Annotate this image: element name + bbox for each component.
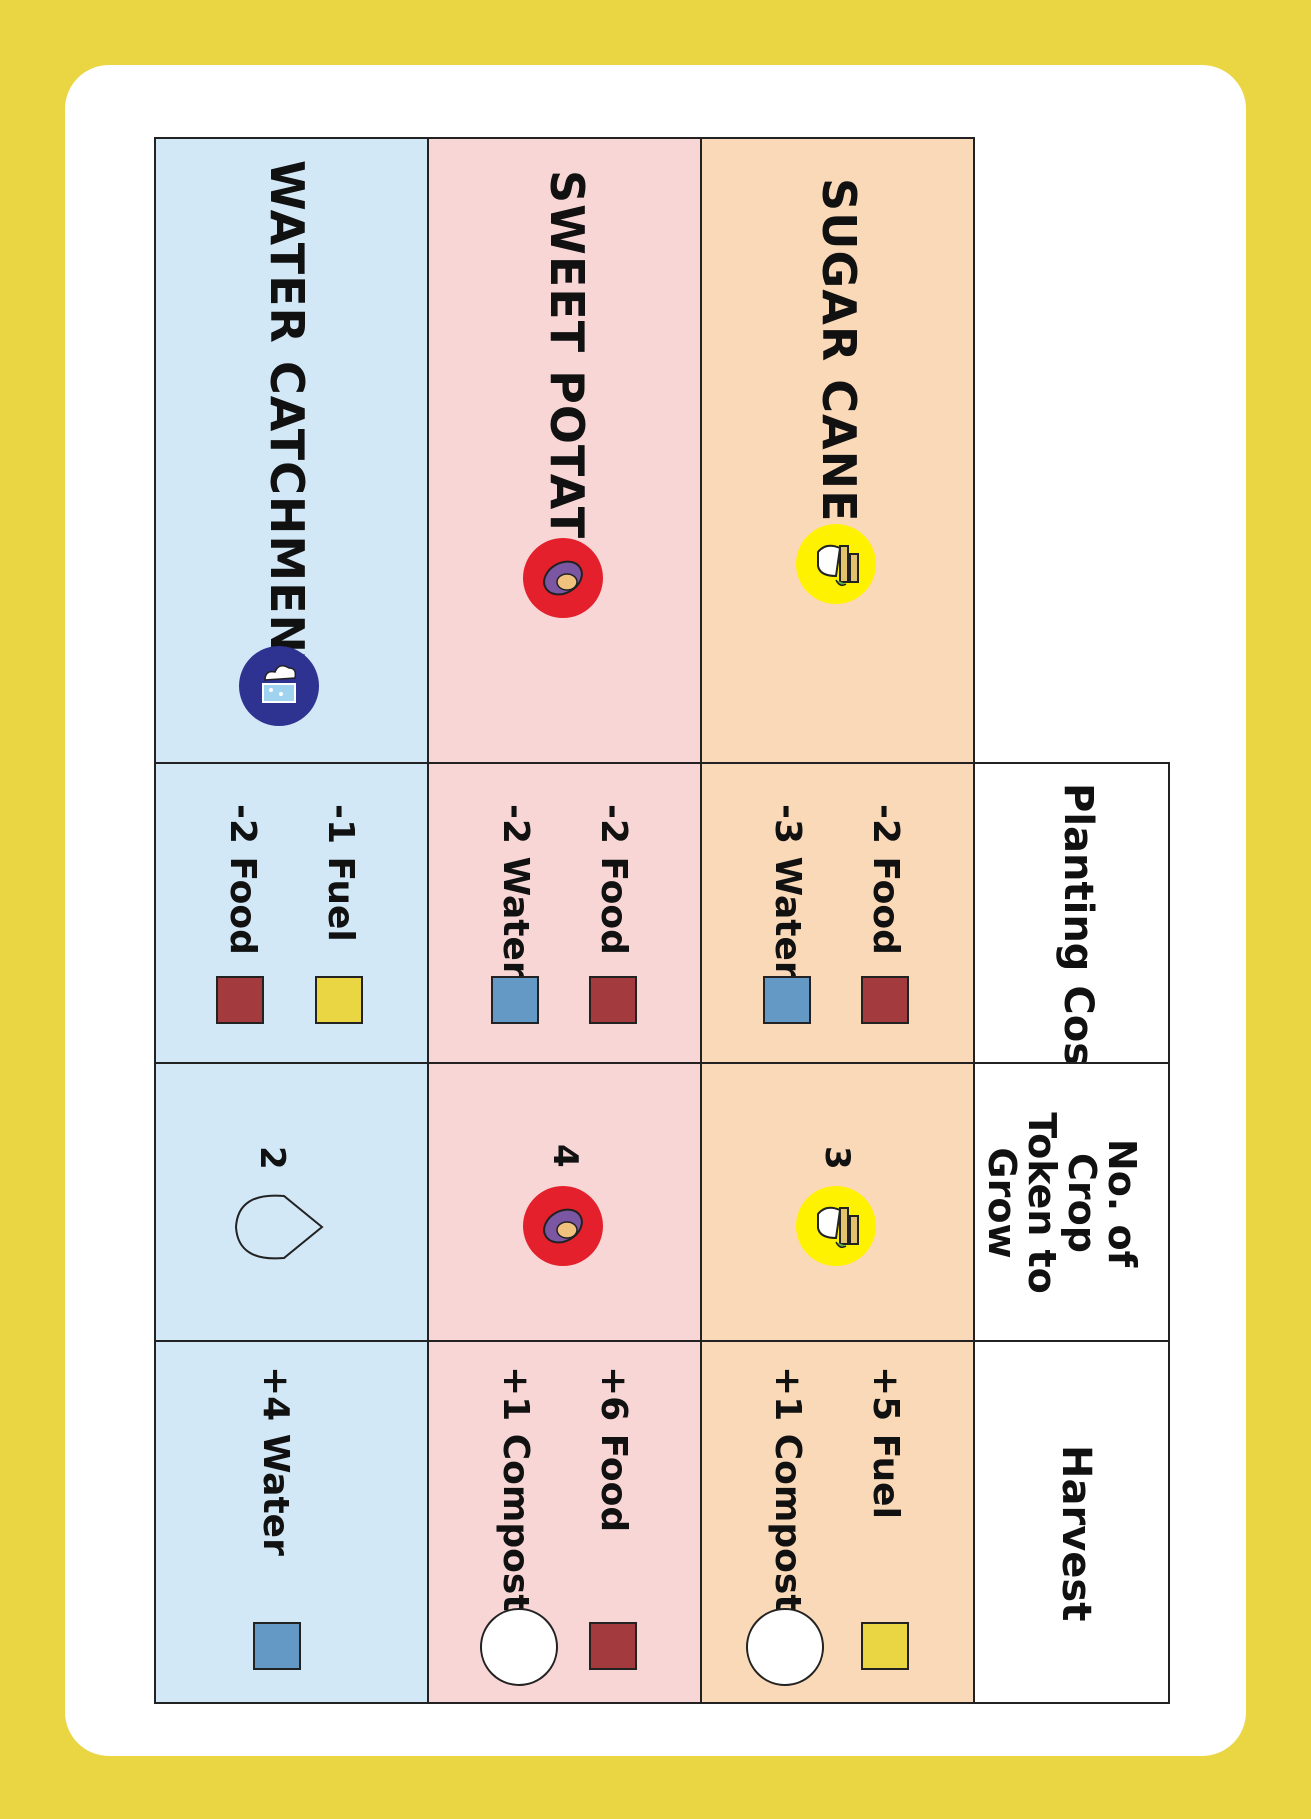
sweet-potato-icon — [523, 538, 603, 618]
water-catchment-token-count: 2 — [252, 1146, 292, 1170]
sweet-potato-harvest-1: +6 Food — [593, 1366, 634, 1533]
header-harvest: Harvest — [1053, 1445, 1099, 1622]
food-resource-icon — [861, 976, 909, 1024]
sweet-potato-cost-cell — [427, 762, 702, 1064]
header-crop-tokens: No. of Crop Token to Grow — [980, 1112, 1144, 1294]
sugar-cane-harvest-1: +5 Fuel — [865, 1366, 906, 1519]
fuel-resource-icon — [861, 1622, 909, 1670]
water-catchment-cost-2: -2 Food — [222, 804, 263, 955]
sweet-potato-token-count: 4 — [545, 1144, 585, 1168]
sweet-potato-cost-1: -2 Food — [593, 804, 634, 955]
sugar-cane-harvest-cell — [700, 1340, 975, 1704]
water-catchment-harvest-1: +4 Water — [255, 1366, 296, 1556]
food-resource-icon — [589, 1622, 637, 1670]
sweet-potato-harvest-cell — [427, 1340, 702, 1704]
water-drop-icon — [232, 1192, 324, 1262]
water-catchment-icon — [239, 646, 319, 726]
compost-resource-icon — [746, 1608, 824, 1686]
fuel-resource-icon — [315, 976, 363, 1024]
water-resource-icon — [763, 976, 811, 1024]
sugar-cane-token-count: 3 — [817, 1146, 857, 1170]
sugar-cane-title: SUGAR CANE — [812, 178, 866, 523]
sugar-cane-cost-2: -3 Water — [767, 804, 808, 979]
food-resource-icon — [589, 976, 637, 1024]
sugar-cane-token-icon — [796, 1186, 876, 1266]
sweet-potato-cost-2: -2 Water — [495, 804, 536, 979]
water-resource-icon — [491, 976, 539, 1024]
water-catchment-title: WATER CATCHMENT — [260, 160, 314, 687]
sugar-cane-cost-cell — [700, 762, 975, 1064]
water-catchment-cost-cell — [154, 762, 429, 1064]
water-catchment-cost-1: -1 Fuel — [320, 804, 361, 942]
food-resource-icon — [216, 976, 264, 1024]
sugar-cane-icon — [796, 524, 876, 604]
compost-resource-icon — [480, 1608, 558, 1686]
sweet-potato-title: SWEET POTATO — [540, 170, 594, 580]
water-resource-icon — [253, 1622, 301, 1670]
sweet-potato-token-icon — [523, 1186, 603, 1266]
header-planting-cost: Planting Cost — [1055, 783, 1101, 1086]
sweet-potato-harvest-2: +1 Compost — [495, 1366, 536, 1612]
sugar-cane-cost-1: -2 Food — [865, 804, 906, 955]
sugar-cane-harvest-2: +1 Compost — [767, 1366, 808, 1612]
